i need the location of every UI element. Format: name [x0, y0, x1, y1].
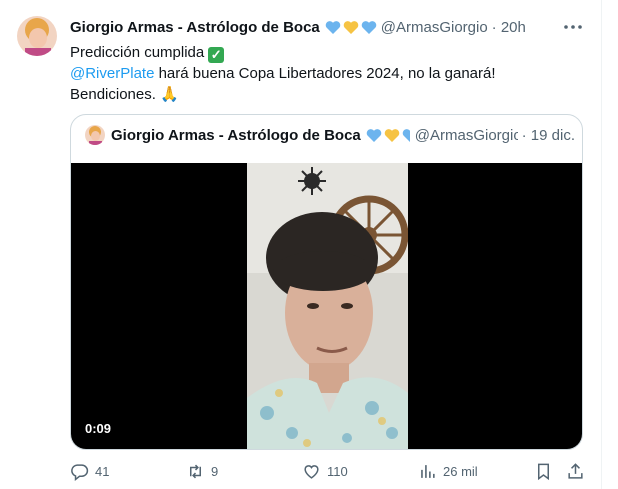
reply-button[interactable]: 41 — [70, 462, 109, 481]
praying-hands-icon: 🙏 — [160, 86, 179, 103]
like-button[interactable]: 110 — [302, 462, 348, 481]
video-player[interactable]: 0:09 — [71, 163, 582, 449]
quoted-date: · 19 dic. — [521, 126, 575, 144]
views-button[interactable]: 26 mil — [418, 462, 478, 481]
video-thumbnail — [247, 163, 408, 449]
author-handle[interactable]: @ArmasGiorgio — [381, 19, 488, 36]
blue-heart-icon — [366, 128, 382, 142]
blue-heart-icon — [361, 21, 377, 34]
retweet-button[interactable]: 9 — [186, 462, 218, 481]
tweet-line-3: Bendiciones. 🙏 — [70, 84, 590, 105]
blue-heart-icon — [402, 128, 410, 142]
reply-icon — [71, 464, 89, 481]
check-mark-icon: ✓ — [208, 47, 225, 63]
quoted-heart-emojis — [366, 128, 411, 143]
tweet-text: Predicción cumplida ✓ @RiverPlate hará bu… — [70, 42, 590, 105]
author-name[interactable]: Giorgio Armas - Astrólogo de Boca — [70, 19, 320, 36]
mention-link[interactable]: @RiverPlate — [70, 65, 154, 82]
bookmark-button[interactable] — [534, 462, 553, 481]
quoted-header: Giorgio Armas - Astrólogo de Boca @Armas… — [85, 125, 575, 145]
heart-emojis — [325, 20, 377, 35]
views-chart-icon — [421, 465, 435, 478]
tweet-line-1-text: Predicción cumplida — [70, 44, 205, 61]
quoted-avatar — [85, 125, 105, 145]
reply-count: 41 — [95, 464, 110, 479]
more-options-icon[interactable] — [562, 20, 584, 32]
share-button[interactable] — [566, 462, 585, 481]
retweet-icon — [189, 464, 202, 479]
tweet-line-1: Predicción cumplida ✓ — [70, 42, 590, 63]
yellow-heart-icon — [384, 128, 400, 142]
heart-icon — [304, 465, 319, 479]
tweet-header: Giorgio Armas - Astrólogo de Boca @Armas… — [70, 19, 526, 36]
tweet-actions: 41 9 110 26 mil — [70, 462, 588, 484]
quoted-author-handle: @ArmasGiorgio — [414, 126, 518, 144]
blue-heart-icon — [325, 21, 341, 34]
quoted-tweet[interactable]: Giorgio Armas - Astrólogo de Boca @Armas… — [70, 114, 583, 450]
tweet-line-3-text: Bendiciones. — [70, 86, 156, 103]
tweet-time[interactable]: · 20h — [492, 19, 526, 36]
author-avatar[interactable] — [17, 16, 57, 56]
bookmark-icon — [537, 463, 550, 481]
video-duration: 0:09 — [85, 421, 112, 436]
tweet-line-2: @RiverPlate hará buena Copa Libertadores… — [70, 63, 590, 84]
views-count: 26 mil — [443, 464, 478, 479]
tweet-line-2-text: hará buena Copa Libertadores 2024, no la… — [154, 65, 496, 82]
retweet-count: 9 — [211, 464, 219, 479]
like-count: 110 — [327, 464, 348, 479]
share-icon — [568, 463, 583, 479]
quoted-author-name: Giorgio Armas - Astrólogo de Boca — [111, 126, 361, 144]
timeline-border — [601, 0, 602, 489]
yellow-heart-icon — [343, 21, 359, 34]
